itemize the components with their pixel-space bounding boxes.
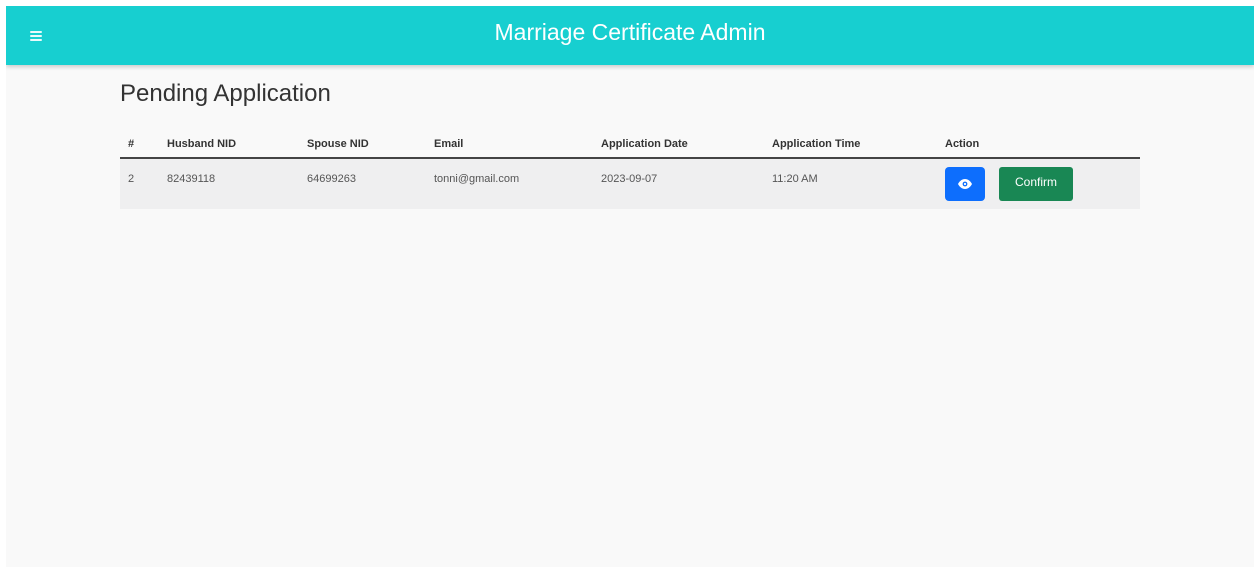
- confirm-button[interactable]: Confirm: [999, 167, 1073, 201]
- column-header-husband-nid: Husband NID: [167, 130, 307, 159]
- column-header-index: #: [120, 130, 167, 159]
- column-header-email: Email: [434, 130, 601, 159]
- pending-applications-table: # Husband NID Spouse NID Email Applicati…: [120, 130, 1140, 209]
- column-header-action: Action: [945, 130, 1140, 159]
- app-window: Marriage Certificate Admin Pending Appli…: [6, 6, 1254, 567]
- hamburger-menu-icon[interactable]: [28, 27, 46, 45]
- cell-index: 2: [128, 173, 135, 185]
- page-title: Pending Application: [120, 80, 331, 107]
- cell-email: tonni@gmail.com: [434, 173, 520, 185]
- cell-actions: Confirm: [945, 158, 1140, 209]
- cell-application-time: 11:20 AM: [772, 173, 818, 185]
- column-header-spouse-nid: Spouse NID: [307, 130, 434, 159]
- cell-spouse-nid: 64699263: [307, 173, 356, 185]
- cell-husband-nid: 82439118: [167, 173, 216, 185]
- table-row: 2 82439118 64699263 tonni@gmail.com 2023…: [120, 158, 1140, 209]
- column-header-application-date: Application Date: [601, 130, 772, 159]
- app-title: Marriage Certificate Admin: [494, 19, 766, 45]
- cell-application-date: 2023-09-07: [601, 173, 658, 185]
- table-header-row: # Husband NID Spouse NID Email Applicati…: [120, 130, 1140, 159]
- view-application-button[interactable]: [945, 167, 985, 201]
- top-app-bar: Marriage Certificate Admin: [6, 6, 1254, 65]
- column-header-application-time: Application Time: [772, 130, 945, 159]
- eye-icon: [958, 179, 972, 189]
